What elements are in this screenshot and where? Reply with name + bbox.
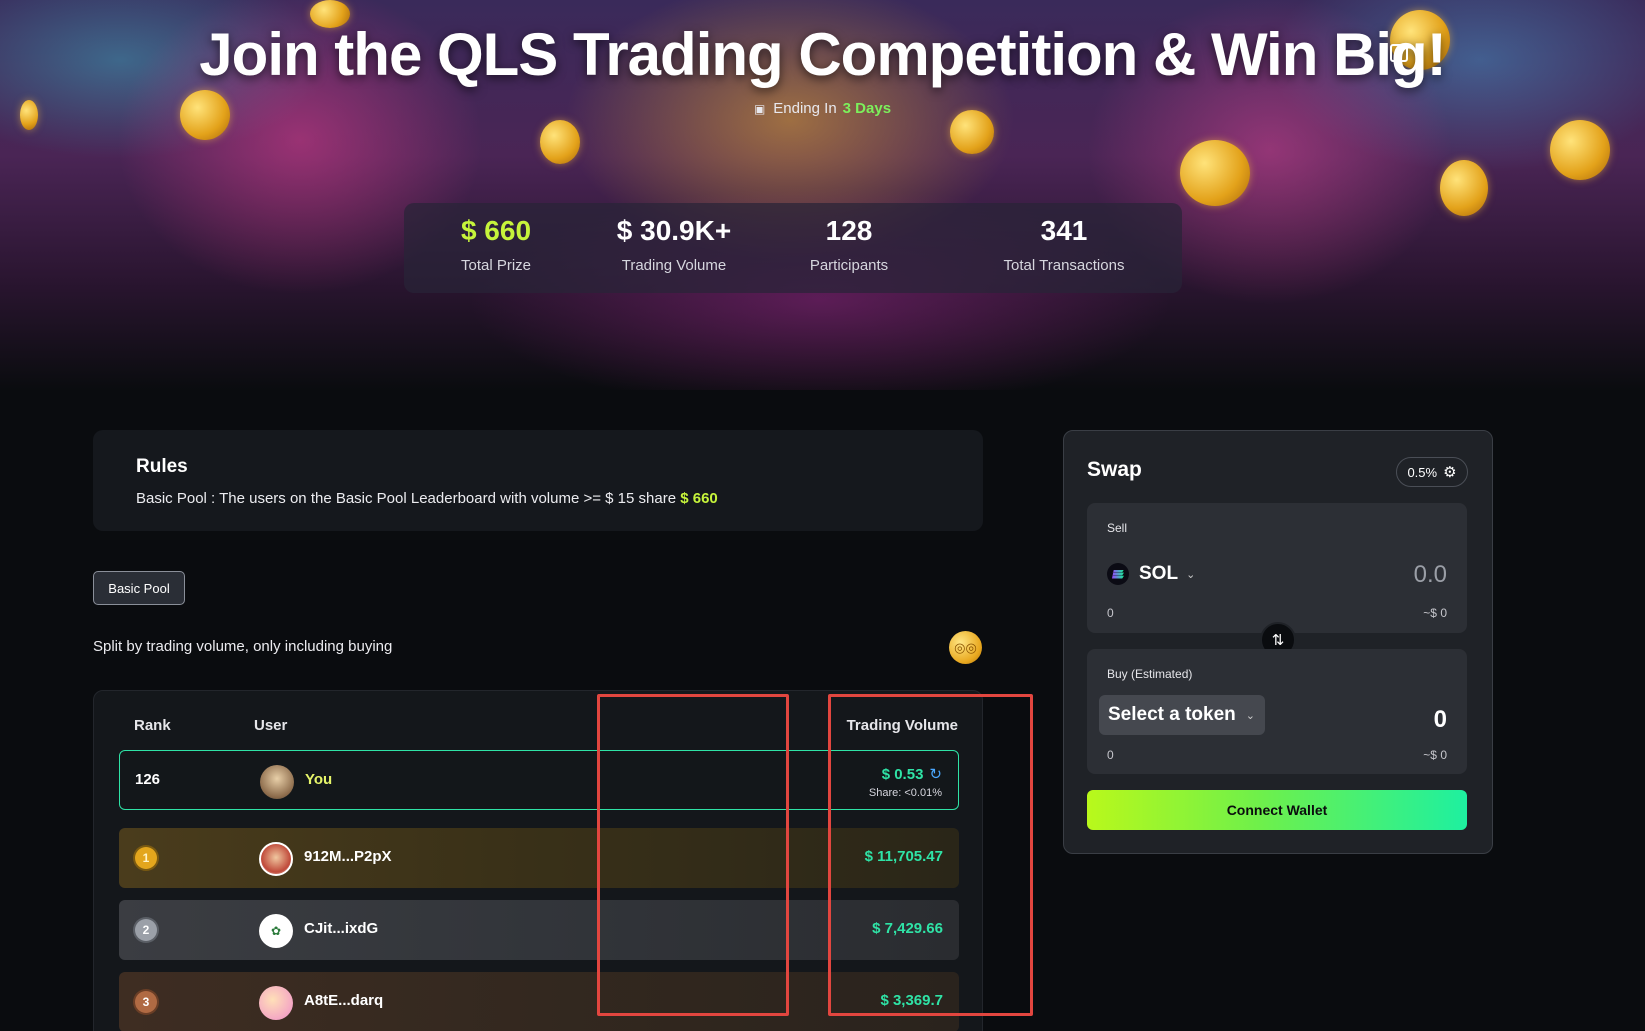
- coin-decoration: [1550, 120, 1610, 180]
- chevron-down-icon: ⌄: [1186, 568, 1196, 581]
- stat-total-prize: $ 660 Total Prize: [441, 215, 551, 274]
- rank-value: 126: [135, 771, 161, 788]
- gold-medal-icon: 1: [135, 847, 157, 869]
- slippage-button[interactable]: 0.5% ⚙: [1396, 457, 1468, 487]
- swap-card: Swap 0.5% ⚙ Sell SOL ⌄ 0.0 0 ~$ 0 ⇅ Buy (…: [1063, 430, 1493, 854]
- rules-prize: $ 660: [680, 490, 718, 507]
- user-name: You: [305, 771, 333, 788]
- chevron-down-icon: ⌄: [1245, 709, 1255, 722]
- stat-label: Participants: [809, 257, 889, 274]
- calendar-icon: ▣: [753, 102, 766, 116]
- stat-label: Total Transactions: [1003, 257, 1125, 274]
- coin-decoration: [540, 120, 580, 164]
- buy-token-name: Select a token: [1108, 704, 1236, 725]
- solana-icon: [1107, 563, 1129, 585]
- slippage-value: 0.5%: [1407, 464, 1438, 480]
- annotation-box: [597, 694, 789, 1016]
- stat-value: 341: [1040, 215, 1088, 246]
- coin-decoration: [1440, 160, 1488, 216]
- column-header-user: User: [254, 717, 288, 734]
- stats-panel: $ 660 Total Prize $ 30.9K+ Trading Volum…: [404, 203, 1182, 293]
- sell-balance: 0: [1107, 606, 1114, 620]
- swap-title: Swap: [1087, 458, 1142, 481]
- basic-pool-tab[interactable]: Basic Pool: [93, 571, 185, 605]
- buy-label: Buy (Estimated): [1107, 667, 1193, 681]
- external-link-icon[interactable]: [1390, 39, 1408, 62]
- user-name[interactable]: CJit...ixdG: [304, 920, 378, 937]
- sell-usd-value: ~$ 0: [1423, 606, 1447, 620]
- stat-participants: 128 Participants: [794, 215, 904, 274]
- split-description: Split by trading volume, only including …: [93, 638, 393, 655]
- ending-label: Ending In: [773, 100, 837, 117]
- coin-icon: ◎◎: [949, 631, 982, 664]
- stat-value: $ 30.9K+: [616, 215, 732, 246]
- avatar: [259, 986, 293, 1020]
- user-name[interactable]: 912M...P2pX: [304, 848, 392, 865]
- rules-heading: Rules: [136, 456, 188, 477]
- rules-card: Rules Basic Pool : The users on the Basi…: [93, 430, 983, 531]
- stat-total-transactions: 341 Total Transactions: [984, 215, 1144, 274]
- buy-panel: Buy (Estimated) Select a token ⌄ 0 0 ~$ …: [1087, 649, 1467, 774]
- stat-trading-volume: $ 30.9K+ Trading Volume: [599, 215, 749, 274]
- sell-amount-input[interactable]: 0.0: [1414, 561, 1447, 589]
- annotation-box: [828, 694, 1033, 1016]
- buy-token-selector[interactable]: Select a token ⌄: [1099, 695, 1265, 735]
- sell-label: Sell: [1107, 521, 1128, 535]
- ending-value: 3 Days: [842, 100, 892, 117]
- stat-label: Trading Volume: [621, 257, 727, 274]
- sell-token-name: SOL: [1139, 563, 1179, 584]
- hero-banner: Join the QLS Trading Competition & Win B…: [0, 0, 1645, 390]
- sell-panel: Sell SOL ⌄ 0.0 0 ~$ 0: [1087, 503, 1467, 633]
- page: Join the QLS Trading Competition & Win B…: [0, 0, 1645, 1031]
- user-name[interactable]: A8tE...darq: [304, 992, 383, 1009]
- coin-decoration: [1180, 140, 1250, 206]
- avatar: [260, 765, 294, 799]
- sell-token-selector[interactable]: SOL ⌄: [1107, 563, 1195, 585]
- avatar: [259, 842, 293, 876]
- ending-in: ▣ Ending In 3 Days: [0, 100, 1645, 117]
- rules-description: Basic Pool : The users on the Basic Pool…: [136, 490, 677, 507]
- rules-text: Basic Pool : The users on the Basic Pool…: [136, 490, 940, 507]
- column-header-rank: Rank: [134, 717, 171, 734]
- buy-amount: 0: [1433, 706, 1447, 733]
- buy-usd-value: ~$ 0: [1423, 748, 1447, 762]
- bronze-medal-icon: 3: [135, 991, 157, 1013]
- stat-value: 128: [825, 215, 873, 246]
- buy-balance: 0: [1107, 748, 1114, 762]
- avatar: ✿: [259, 914, 293, 948]
- connect-wallet-button[interactable]: Connect Wallet: [1087, 790, 1467, 830]
- stat-value: $ 660: [460, 215, 532, 246]
- gear-icon: ⚙: [1443, 464, 1457, 481]
- stat-label: Total Prize: [460, 257, 532, 274]
- silver-medal-icon: 2: [135, 919, 157, 941]
